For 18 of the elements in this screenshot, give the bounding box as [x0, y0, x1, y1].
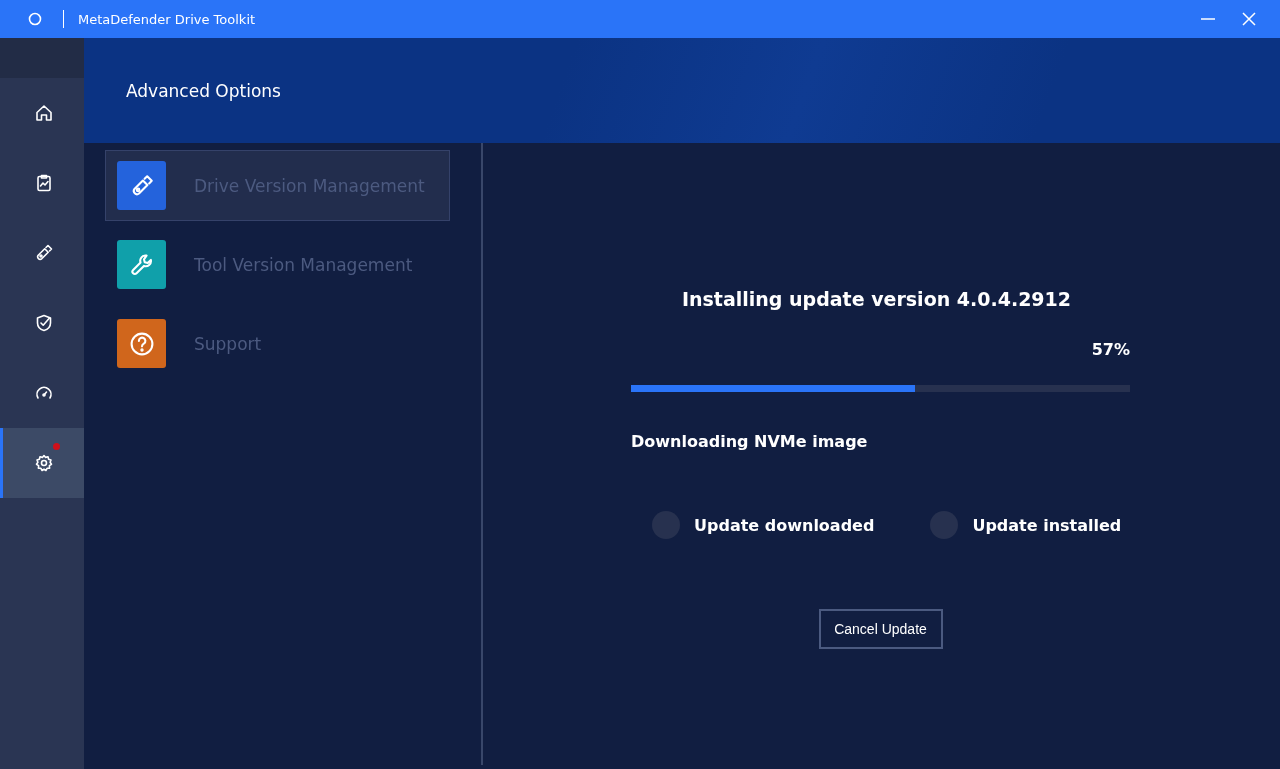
- window-title: MetaDefender Drive Toolkit: [78, 11, 256, 27]
- help-circle-icon: [128, 330, 155, 357]
- menu-item[interactable]: Tool Version Management: [105, 229, 450, 300]
- progress-percent: 57%: [1091, 340, 1130, 359]
- home-icon: [33, 103, 54, 123]
- status-text: Downloading NVMe image: [631, 432, 869, 451]
- settings-icon: [33, 453, 54, 473]
- minimize-icon: [1200, 18, 1216, 20]
- app-logo-icon: [28, 12, 42, 26]
- wrench-icon: [128, 251, 155, 278]
- cancel-update-button[interactable]: Cancel Update: [818, 609, 943, 649]
- close-icon: [1241, 11, 1257, 27]
- nav-button[interactable]: [0, 428, 84, 498]
- page-title: Advanced Options: [126, 80, 281, 101]
- menu-item[interactable]: Support: [105, 308, 450, 379]
- update-title: Installing update version 4.0.4.2912: [681, 288, 1072, 310]
- step-label: Update downloaded: [694, 515, 875, 535]
- step-label: Update installed: [972, 515, 1122, 535]
